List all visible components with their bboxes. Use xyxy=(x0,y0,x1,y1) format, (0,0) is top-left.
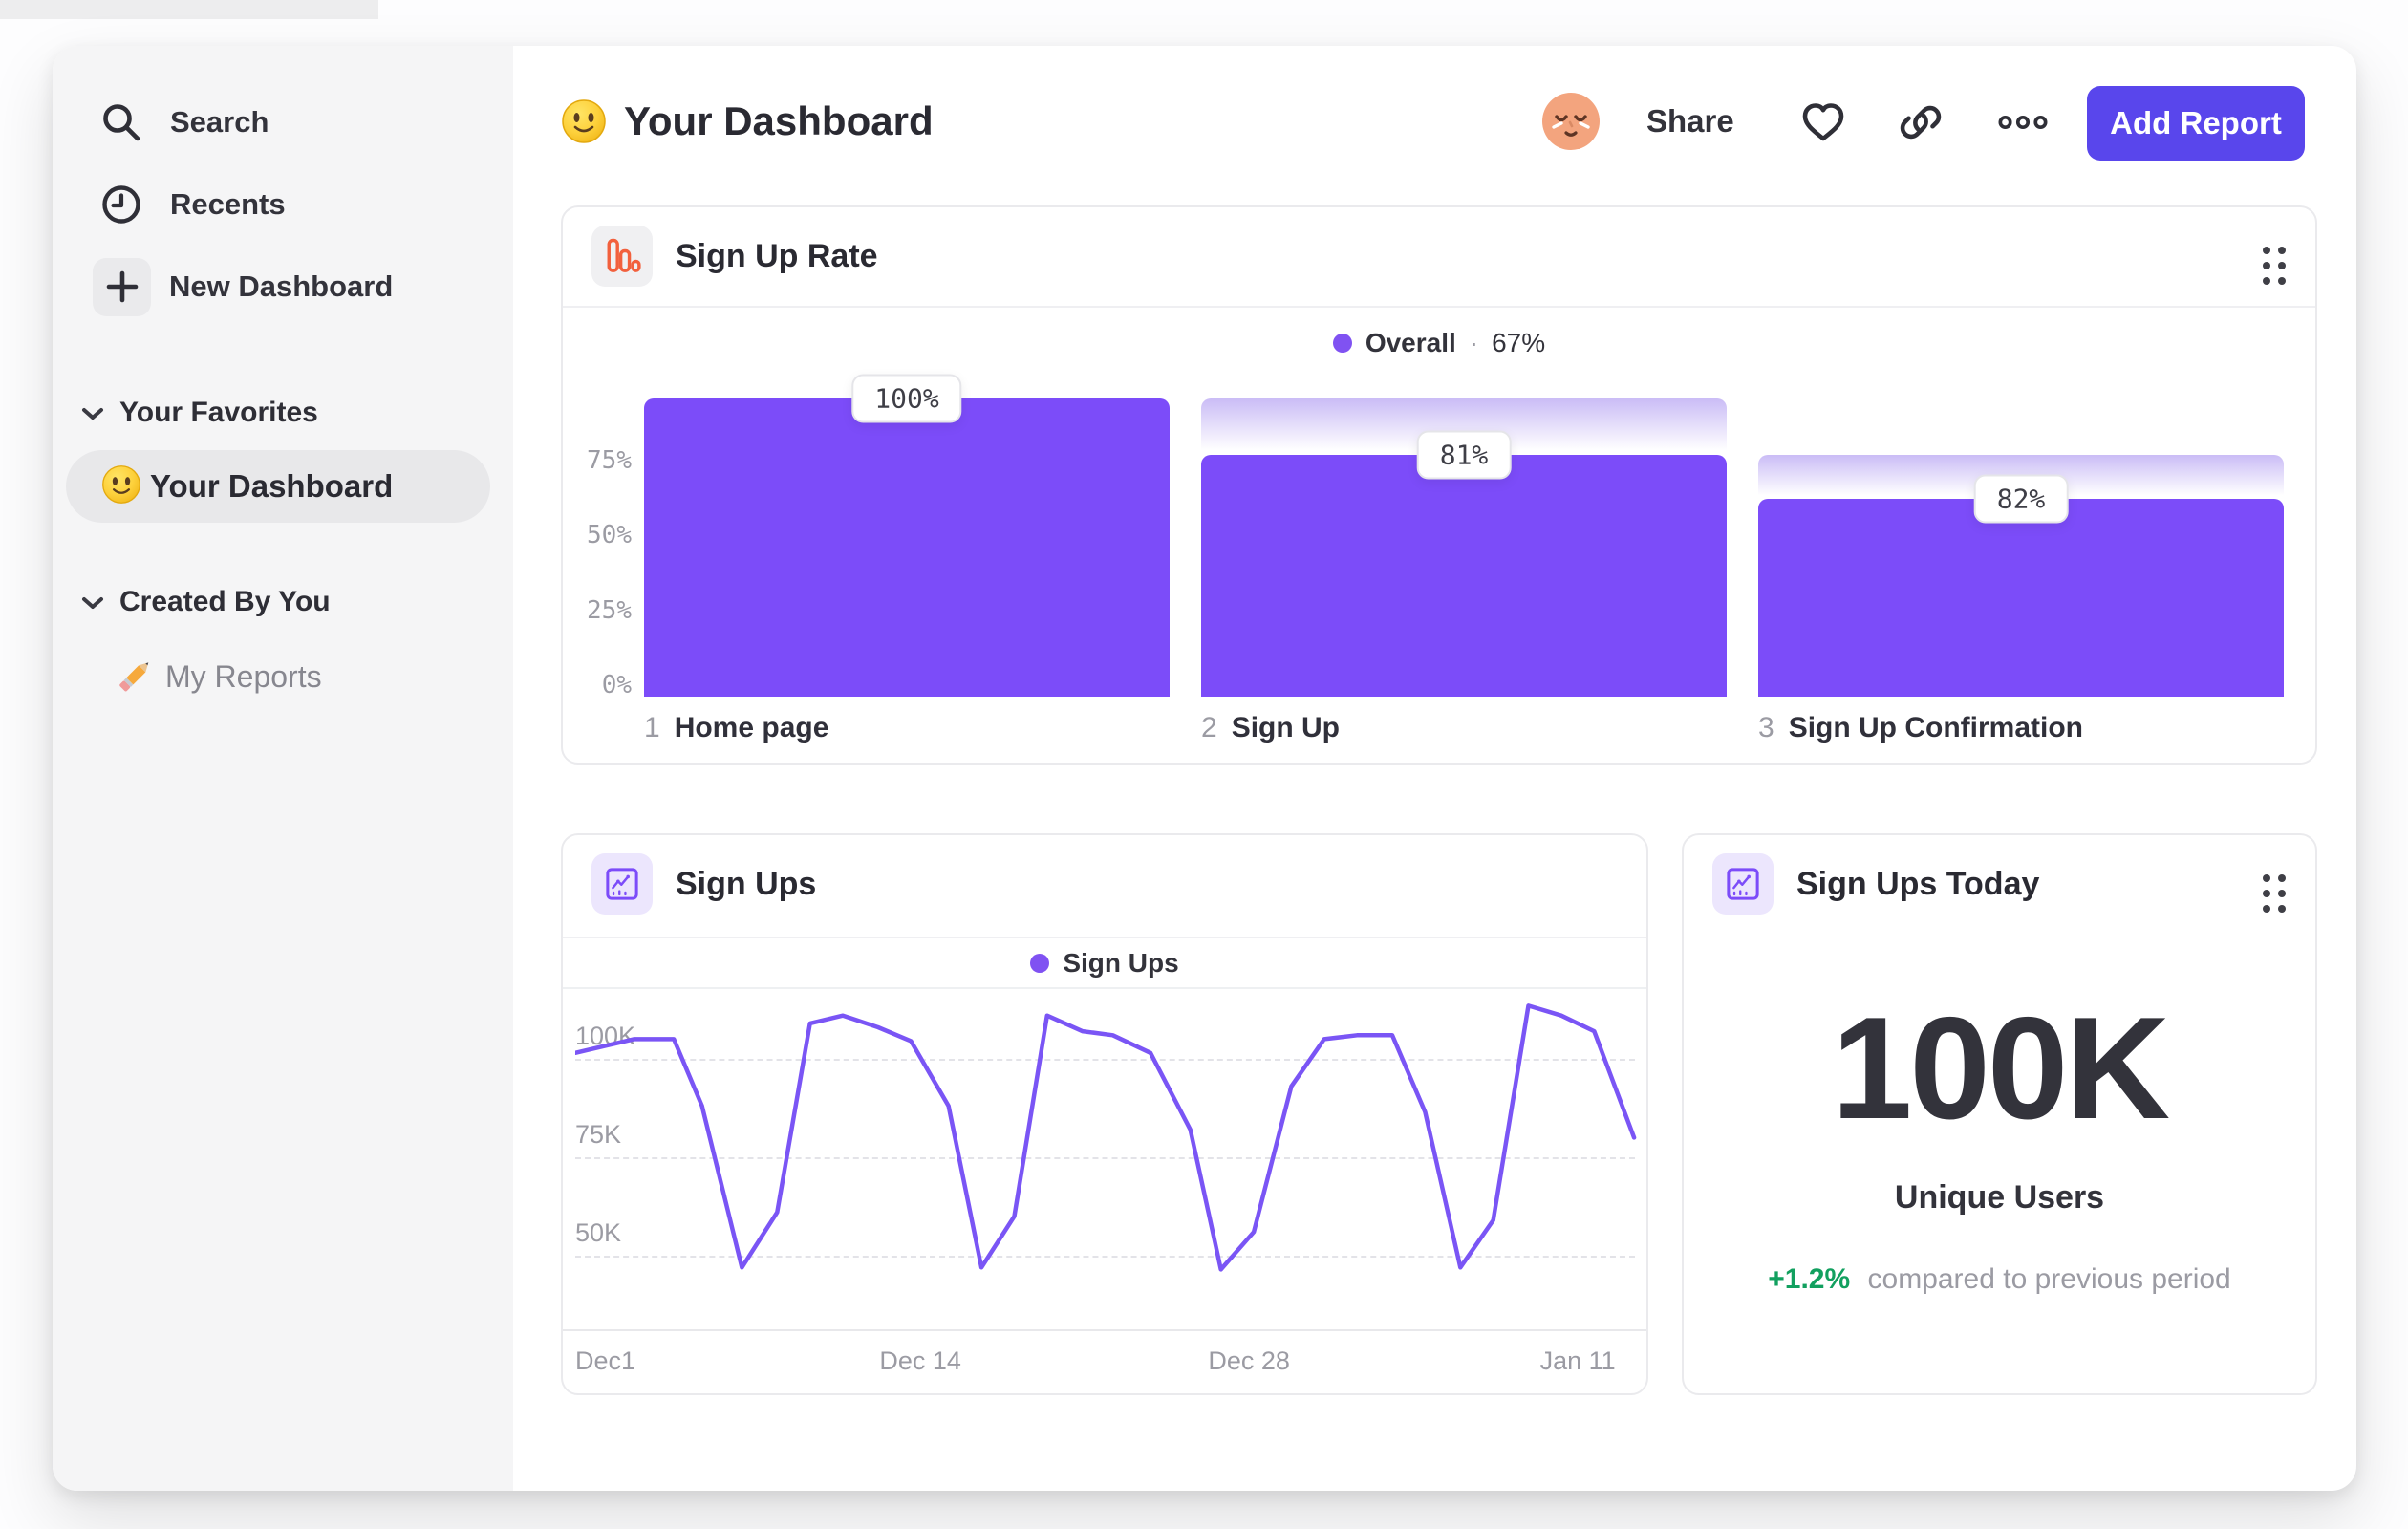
sidebar-item-search[interactable]: Search xyxy=(53,92,269,153)
card-title: Sign Ups Today xyxy=(1796,865,2040,902)
background-top-strip xyxy=(0,0,378,19)
funnel-step-number: 1 xyxy=(644,712,660,743)
search-icon xyxy=(91,92,152,153)
funnel-bar[interactable] xyxy=(644,398,1170,697)
smiley-emoji xyxy=(101,464,141,509)
chevron-down-icon xyxy=(81,586,104,618)
sign-ups-card: Sign Ups Sign Ups 100K 75K 50K Dec1 Dec 14 De… xyxy=(561,833,1648,1395)
clock-icon xyxy=(91,174,152,235)
funnel-step-number: 2 xyxy=(1201,712,1217,743)
page-title: Your Dashboard xyxy=(624,98,934,143)
x-axis-label: Jan 11 xyxy=(1539,1346,1616,1375)
sidebar-item-label: Your Dashboard xyxy=(150,468,394,504)
sidebar-item-label: Search xyxy=(170,105,269,139)
sign-ups-today-card: Sign Ups Today 100K Unique Users +1.2% c… xyxy=(1682,833,2317,1395)
funnel-step-name: Sign Up Confirmation xyxy=(1788,712,2083,743)
funnel-step-label: 1 Home page xyxy=(644,712,828,744)
line-chart-icon xyxy=(1712,853,1774,915)
add-report-button[interactable]: Add Report xyxy=(2087,86,2305,161)
chevron-down-icon xyxy=(81,397,104,429)
funnel-y-tick: 50% xyxy=(587,521,632,550)
metric-label: Unique Users xyxy=(1894,1179,2105,1216)
section-label: Created By You xyxy=(119,586,331,617)
x-axis-label: Dec 28 xyxy=(1208,1346,1290,1375)
sidebar-item-my-reports[interactable]: My Reports xyxy=(115,648,322,705)
smiley-emoji xyxy=(561,98,607,149)
funnel-step-number: 3 xyxy=(1758,712,1774,743)
funnel-step-name: Home page xyxy=(674,712,829,743)
funnel-plot: 75% 50% 25% 0% 100% 1 Home page 81% 2 Sign Up 82% 3… xyxy=(563,207,2315,763)
section-label: Your Favorites xyxy=(119,397,318,428)
sidebar: Search Recents New Dashboard Your Favori… xyxy=(53,46,513,1491)
sidebar-item-recents[interactable]: Recents xyxy=(53,174,286,235)
funnel-step-label: 3 Sign Up Confirmation xyxy=(1758,712,2083,744)
funnel-y-tick: 0% xyxy=(601,671,632,700)
pencil-emoji xyxy=(115,654,157,700)
heart-icon[interactable] xyxy=(1798,97,1848,147)
funnel-step-name: Sign Up xyxy=(1231,712,1341,743)
x-axis-label: Dec1 xyxy=(575,1346,636,1375)
sidebar-section-your-favorites[interactable]: Your Favorites xyxy=(81,394,318,432)
funnel-bar[interactable] xyxy=(1758,498,2284,697)
metric-delta: +1.2% xyxy=(1768,1263,1851,1295)
sidebar-item-your-dashboard[interactable]: Your Dashboard xyxy=(66,450,490,523)
funnel-y-tick: 25% xyxy=(587,595,632,625)
x-axis-label: Dec 14 xyxy=(879,1346,961,1375)
plus-icon xyxy=(93,257,151,316)
sidebar-item-label: Recents xyxy=(170,187,286,221)
funnel-bar[interactable] xyxy=(1201,455,1727,697)
more-icon[interactable] xyxy=(1998,97,2048,147)
funnel-bar-value-tooltip: 100% xyxy=(851,374,962,423)
metric-value: 100K xyxy=(1831,987,2170,1150)
share-button[interactable]: Share xyxy=(1646,103,1734,140)
sidebar-item-new-dashboard[interactable]: New Dashboard xyxy=(53,256,393,317)
sign-ups-line-series[interactable] xyxy=(575,987,1639,1329)
sign-ups-today-card-header: Sign Ups Today xyxy=(1712,853,2039,915)
signup-rate-card: Sign Up Rate Overall · 67% 75% 50% 25% 0% 10… xyxy=(561,205,2317,764)
sidebar-section-created-by-you[interactable]: Created By You xyxy=(81,583,331,621)
line-plot: 100K 75K 50K Dec1 Dec 14 Dec 28 Jan 11 xyxy=(563,835,1646,1393)
drag-handle-icon[interactable] xyxy=(2260,872,2289,920)
funnel-bar-value-tooltip: 82% xyxy=(1973,474,2069,524)
funnel-y-tick: 75% xyxy=(587,446,632,475)
metric-delta-row: +1.2% compared to previous period xyxy=(1684,1263,2315,1296)
link-icon[interactable] xyxy=(1896,97,1946,147)
sidebar-item-label: My Reports xyxy=(165,658,322,694)
funnel-step-label: 2 Sign Up xyxy=(1201,712,1340,744)
funnel-bar-value-tooltip: 81% xyxy=(1416,430,1512,480)
metric-delta-context: compared to previous period xyxy=(1867,1263,2231,1295)
avatar[interactable] xyxy=(1540,91,1602,152)
sidebar-item-label: New Dashboard xyxy=(169,269,394,303)
x-axis-line xyxy=(563,1329,1646,1331)
app-window: Search Recents New Dashboard Your Favori… xyxy=(53,46,2356,1491)
